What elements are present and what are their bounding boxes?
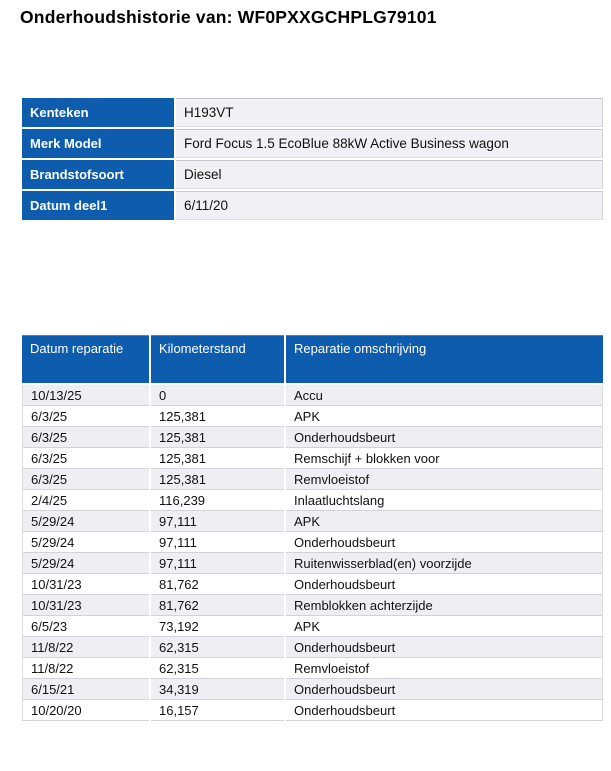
history-kilometers: 34,319 xyxy=(151,679,284,700)
history-row: 6/3/25125,381Onderhoudsbeurt xyxy=(22,427,603,448)
history-row: 5/29/2497,111APK xyxy=(22,511,603,532)
history-description: Remschijf + blokken voor xyxy=(286,448,603,469)
history-date: 6/15/21 xyxy=(22,679,149,700)
history-date: 5/29/24 xyxy=(22,532,149,553)
history-row: 6/15/2134,319Onderhoudsbeurt xyxy=(22,679,603,700)
history-date: 10/13/25 xyxy=(22,385,149,406)
vehicle-info-body: KentekenH193VTMerk ModelFord Focus 1.5 E… xyxy=(22,98,603,220)
history-kilometers: 97,111 xyxy=(151,532,284,553)
column-header-datum-reparatie: Datum reparatie xyxy=(22,335,149,385)
history-date: 5/29/24 xyxy=(22,553,149,574)
history-row: 11/8/2262,315Remvloeistof xyxy=(22,658,603,679)
history-kilometers: 81,762 xyxy=(151,574,284,595)
history-row: 6/3/25125,381APK xyxy=(22,406,603,427)
column-header-reparatie-omschrijving: Reparatie omschrijving xyxy=(286,335,603,385)
history-kilometers: 81,762 xyxy=(151,595,284,616)
history-description: Remblokken achterzijde xyxy=(286,595,603,616)
history-row: 10/20/2016,157Onderhoudsbeurt xyxy=(22,700,603,721)
history-kilometers: 97,111 xyxy=(151,553,284,574)
info-value: Ford Focus 1.5 EcoBlue 88kW Active Busin… xyxy=(176,129,603,158)
history-row: 10/31/2381,762Remblokken achterzijde xyxy=(22,595,603,616)
history-date: 2/4/25 xyxy=(22,490,149,511)
history-body: 10/13/250Accu6/3/25125,381APK6/3/25125,3… xyxy=(22,385,603,721)
info-label: Brandstofsoort xyxy=(22,160,174,189)
history-row: 2/4/25116,239Inlaatluchtslang xyxy=(22,490,603,511)
history-row: 5/29/2497,111Ruitenwisserblad(en) voorzi… xyxy=(22,553,603,574)
history-description: Onderhoudsbeurt xyxy=(286,532,603,553)
info-label: Merk Model xyxy=(22,129,174,158)
history-date: 6/3/25 xyxy=(22,469,149,490)
history-description: APK xyxy=(286,406,603,427)
history-description: Onderhoudsbeurt xyxy=(286,679,603,700)
vehicle-info-table: KentekenH193VTMerk ModelFord Focus 1.5 E… xyxy=(20,96,605,222)
history-row: 10/31/2381,762Onderhoudsbeurt xyxy=(22,574,603,595)
history-row: 6/3/25125,381Remvloeistof xyxy=(22,469,603,490)
history-description: Inlaatluchtslang xyxy=(286,490,603,511)
history-date: 5/29/24 xyxy=(22,511,149,532)
history-description: APK xyxy=(286,616,603,637)
history-description: Onderhoudsbeurt xyxy=(286,637,603,658)
column-header-kilometerstand: Kilometerstand xyxy=(151,335,284,385)
history-date: 6/3/25 xyxy=(22,406,149,427)
history-date: 11/8/22 xyxy=(22,658,149,679)
history-kilometers: 97,111 xyxy=(151,511,284,532)
history-kilometers: 62,315 xyxy=(151,658,284,679)
history-description: Remvloeistof xyxy=(286,469,603,490)
page-title: Onderhoudshistorie van: WF0PXXGCHPLG7910… xyxy=(20,7,437,28)
history-row: 5/29/2497,111Onderhoudsbeurt xyxy=(22,532,603,553)
history-date: 11/8/22 xyxy=(22,637,149,658)
info-row: Datum deel16/11/20 xyxy=(22,191,603,220)
history-date: 10/31/23 xyxy=(22,595,149,616)
history-kilometers: 125,381 xyxy=(151,406,284,427)
history-description: Ruitenwisserblad(en) voorzijde xyxy=(286,553,603,574)
info-value: Diesel xyxy=(176,160,603,189)
history-date: 6/5/23 xyxy=(22,616,149,637)
history-kilometers: 125,381 xyxy=(151,427,284,448)
history-row: 6/5/2373,192APK xyxy=(22,616,603,637)
history-kilometers: 73,192 xyxy=(151,616,284,637)
maintenance-history-table: Datum reparatie Kilometerstand Reparatie… xyxy=(20,335,605,721)
history-description: Onderhoudsbeurt xyxy=(286,427,603,448)
history-date: 10/20/20 xyxy=(22,700,149,721)
history-header-row: Datum reparatie Kilometerstand Reparatie… xyxy=(22,335,603,385)
info-row: KentekenH193VT xyxy=(22,98,603,127)
history-kilometers: 16,157 xyxy=(151,700,284,721)
info-label: Kenteken xyxy=(22,98,174,127)
history-date: 10/31/23 xyxy=(22,574,149,595)
info-value: 6/11/20 xyxy=(176,191,603,220)
history-row: 10/13/250Accu xyxy=(22,385,603,406)
history-description: Onderhoudsbeurt xyxy=(286,700,603,721)
history-header: Datum reparatie Kilometerstand Reparatie… xyxy=(22,335,603,385)
info-row: Merk ModelFord Focus 1.5 EcoBlue 88kW Ac… xyxy=(22,129,603,158)
history-date: 6/3/25 xyxy=(22,427,149,448)
history-kilometers: 0 xyxy=(151,385,284,406)
history-kilometers: 62,315 xyxy=(151,637,284,658)
info-row: BrandstofsoortDiesel xyxy=(22,160,603,189)
history-row: 6/3/25125,381Remschijf + blokken voor xyxy=(22,448,603,469)
info-label: Datum deel1 xyxy=(22,191,174,220)
history-kilometers: 125,381 xyxy=(151,448,284,469)
history-kilometers: 125,381 xyxy=(151,469,284,490)
history-date: 6/3/25 xyxy=(22,448,149,469)
maintenance-report-page: { "title": "Onderhoudshistorie van: WF0P… xyxy=(0,0,611,771)
info-value: H193VT xyxy=(176,98,603,127)
history-description: Onderhoudsbeurt xyxy=(286,574,603,595)
history-description: APK xyxy=(286,511,603,532)
history-kilometers: 116,239 xyxy=(151,490,284,511)
history-description: Accu xyxy=(286,385,603,406)
history-row: 11/8/2262,315Onderhoudsbeurt xyxy=(22,637,603,658)
history-description: Remvloeistof xyxy=(286,658,603,679)
